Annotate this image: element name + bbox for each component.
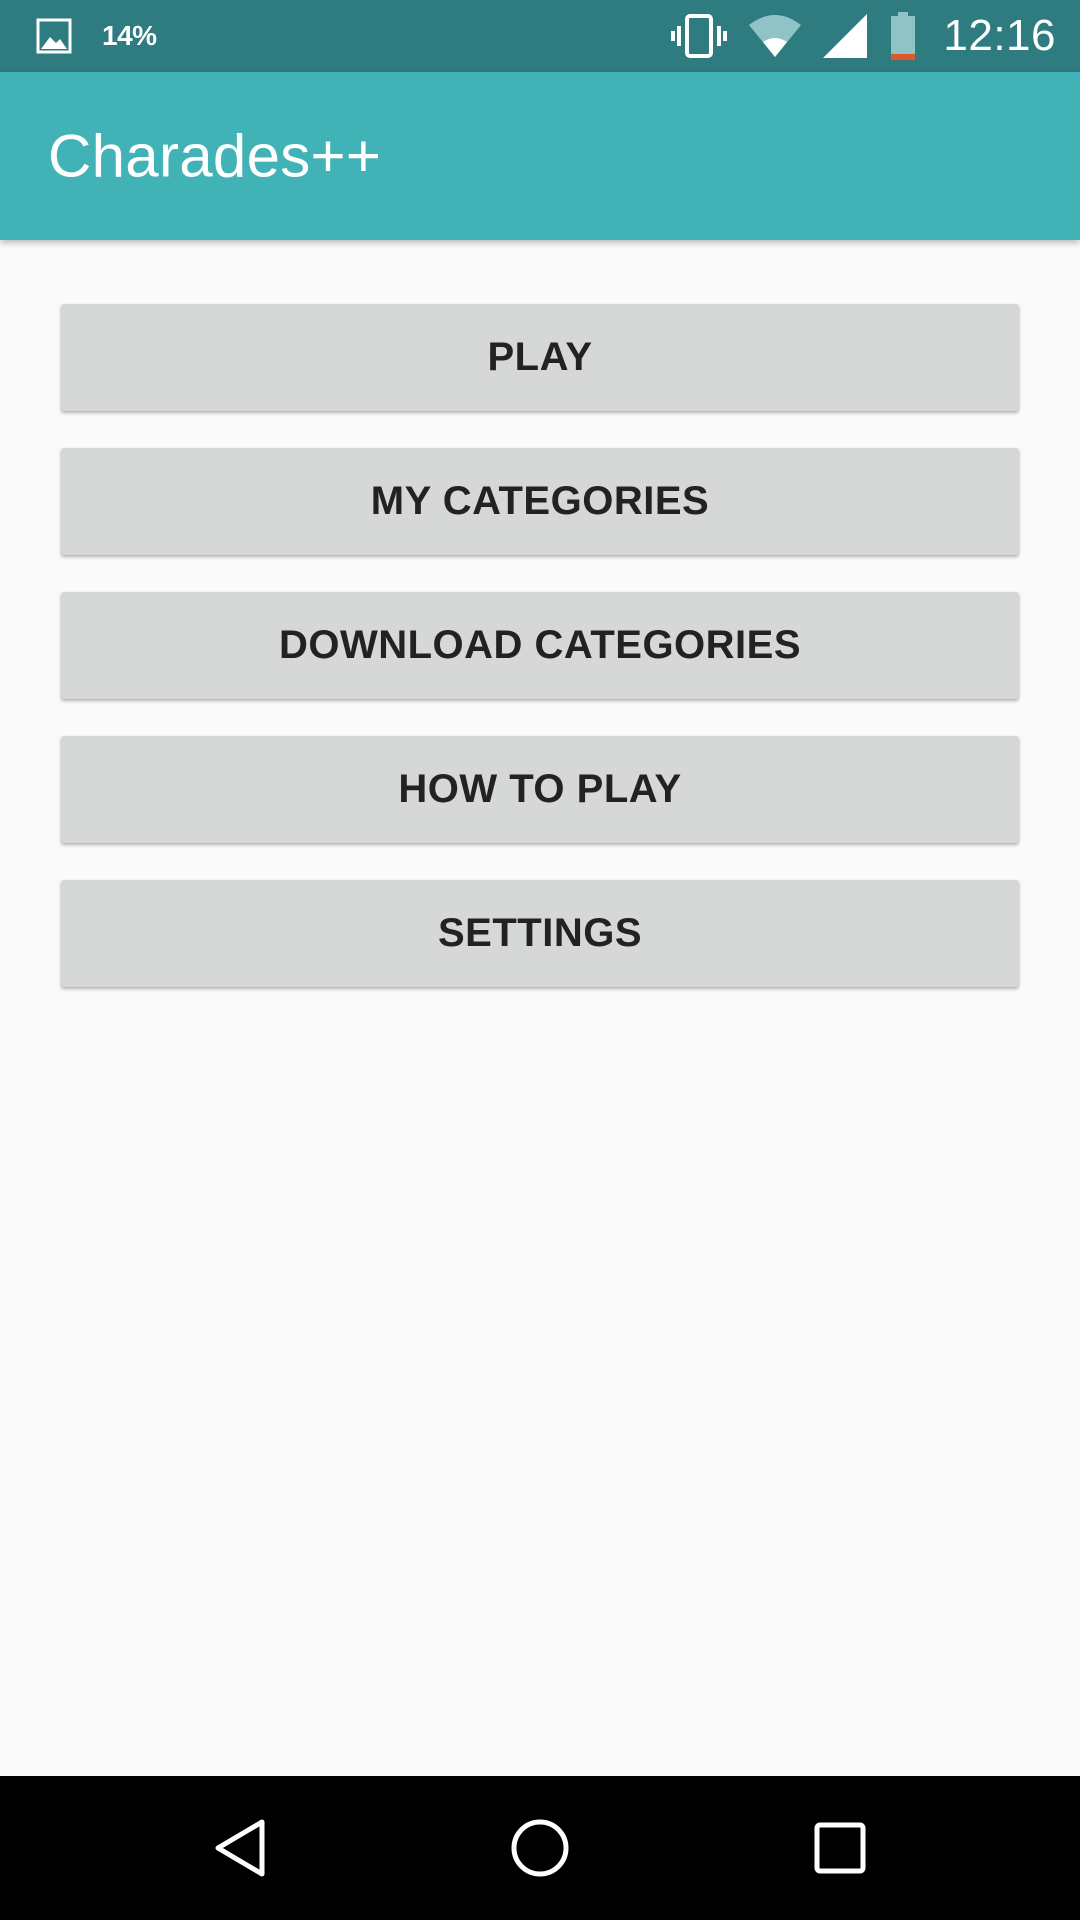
back-button[interactable]	[168, 1776, 312, 1920]
recents-button[interactable]	[768, 1776, 912, 1920]
how-to-play-button[interactable]: HOW TO PLAY	[61, 736, 1019, 843]
screen: 14% 12:16 Charades++ PLAY MY CATEGORIES …	[0, 0, 1080, 1920]
wifi-icon	[749, 15, 802, 57]
app-bar: Charades++	[0, 72, 1080, 240]
battery-percent-text: 14%	[102, 20, 157, 51]
my-categories-button[interactable]: MY CATEGORIES	[61, 448, 1019, 555]
download-categories-button[interactable]: DOWNLOAD CATEGORIES	[61, 592, 1019, 699]
vibrate-icon	[671, 14, 728, 58]
status-time: 12:16	[943, 11, 1056, 60]
play-button[interactable]: PLAY	[61, 304, 1019, 411]
app-title: Charades++	[48, 122, 382, 190]
status-bar: 14% 12:16	[0, 0, 1080, 72]
home-button[interactable]	[468, 1776, 612, 1920]
battery-icon	[889, 12, 917, 60]
status-right: 12:16	[649, 0, 1056, 72]
navigation-bar	[0, 1776, 1080, 1920]
recents-icon	[814, 1822, 866, 1874]
status-left: 14%	[36, 0, 157, 72]
cell-signal-icon	[823, 14, 868, 58]
main-menu: PLAY MY CATEGORIES DOWNLOAD CATEGORIES H…	[61, 304, 1019, 1024]
back-icon	[212, 1818, 268, 1878]
image-notification-icon	[36, 18, 72, 54]
settings-button[interactable]: SETTINGS	[61, 880, 1019, 987]
home-icon	[510, 1818, 570, 1878]
